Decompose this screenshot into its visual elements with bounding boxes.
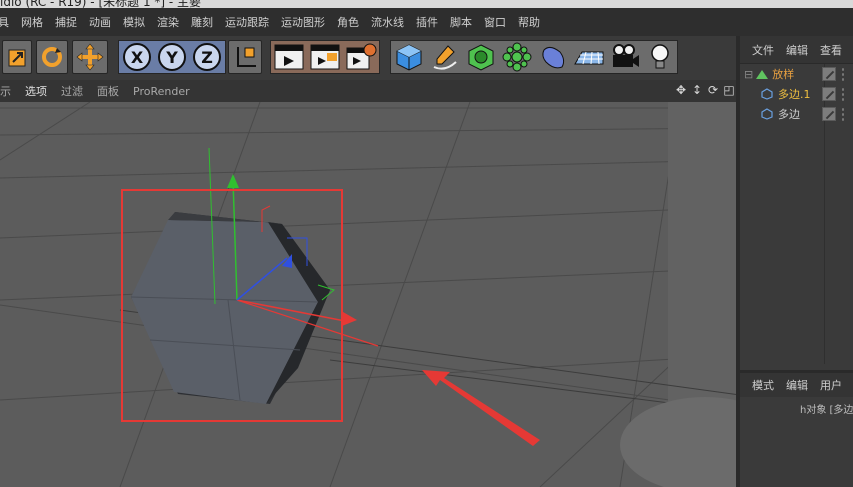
watermark-shape	[620, 397, 740, 487]
light-icon[interactable]	[644, 40, 676, 74]
scale-tool-icon[interactable]	[2, 40, 32, 74]
object-flags[interactable]	[841, 87, 845, 101]
menu-pipeline[interactable]: 流水线	[365, 14, 410, 30]
object-flags[interactable]	[841, 107, 845, 121]
loft-icon	[756, 70, 769, 79]
object-name-loft: 放样	[772, 68, 795, 81]
menu-render[interactable]: 渲染	[151, 14, 185, 30]
tab-edit[interactable]: 编辑	[786, 377, 808, 393]
menu-plugins[interactable]: 插件	[410, 14, 444, 30]
coordinate-system-icon[interactable]	[228, 40, 262, 74]
menu-snap[interactable]: 捕捉	[49, 14, 83, 30]
menu-mograph[interactable]: 运动图形	[275, 14, 331, 30]
tab-user-data[interactable]: 用户	[820, 377, 842, 393]
render-settings-icon[interactable]	[344, 40, 378, 74]
tab-mode[interactable]: 模式	[752, 377, 774, 393]
zoom-view-icon[interactable]: ↕	[690, 82, 704, 98]
polygon-spline-icon	[761, 108, 773, 120]
deformer-icon[interactable]	[536, 40, 570, 74]
main-toolbar: X Y Z	[0, 36, 740, 80]
menu-help[interactable]: 帮助	[512, 14, 546, 30]
menu-character[interactable]: 角色	[331, 14, 365, 30]
maximize-view-icon[interactable]: ◰	[722, 82, 736, 98]
z-axis-label: Z	[201, 48, 213, 67]
subdivision-surface-icon[interactable]	[464, 40, 498, 74]
viewport-menu-prorender[interactable]: ProRender	[133, 85, 198, 98]
rotate-view-icon[interactable]: ⟳	[706, 82, 720, 98]
object-row-loft[interactable]: ⊟ 放样	[740, 64, 853, 84]
tab-view[interactable]: 查看	[820, 42, 842, 58]
render-picture-viewer-icon[interactable]	[308, 40, 342, 74]
object-row-polygon-1[interactable]: 多边.1	[740, 84, 853, 104]
cloner-icon[interactable]	[500, 40, 534, 74]
viewport-menu-panel[interactable]: 面板	[97, 83, 127, 99]
viewport-menu-display[interactable]: 示	[0, 83, 19, 99]
menu-sculpt[interactable]: 雕刻	[185, 14, 219, 30]
y-axis-lock-icon[interactable]: Y	[155, 40, 189, 74]
window-title: idio (RC - R19) - [未标题 1 *] - 主要	[0, 0, 202, 8]
object-name-polygon: 多边	[778, 108, 800, 121]
x-axis-lock-icon[interactable]: X	[120, 40, 154, 74]
visibility-toggle[interactable]	[822, 107, 836, 121]
visibility-toggle[interactable]	[822, 67, 836, 81]
menu-script[interactable]: 脚本	[444, 14, 478, 30]
object-manager: 文件 编辑 查看 ⊟ 放样 多边.1 多边	[740, 36, 853, 366]
camera-icon[interactable]	[608, 40, 642, 74]
floor-icon[interactable]	[572, 40, 606, 74]
tree-collapse-icon[interactable]: ⊟	[744, 68, 753, 81]
tab-file[interactable]: 文件	[752, 42, 774, 58]
menu-window[interactable]: 窗口	[478, 14, 512, 30]
object-flags[interactable]	[841, 67, 845, 81]
move-view-icon[interactable]: ✥	[674, 82, 688, 98]
attribute-object-summary: h对象 [多边.1]	[800, 405, 853, 416]
menu-simulate[interactable]: 模拟	[117, 14, 151, 30]
menu-bar: 具 网格 捕捉 动画 模拟 渲染 雕刻 运动跟踪 运动图形 角色 流水线 插件 …	[0, 8, 853, 36]
rotate-tool-icon[interactable]	[36, 40, 68, 74]
z-axis-lock-icon[interactable]: Z	[190, 40, 224, 74]
move-tool-icon[interactable]	[72, 40, 108, 74]
viewport-menu-bar: 示 选项 过滤 面板 ProRender ✥ ↕ ⟳ ◰	[0, 80, 740, 102]
object-manager-tabs: 文件 编辑 查看	[740, 36, 853, 64]
menu-tools[interactable]: 具	[0, 14, 15, 30]
menu-mesh[interactable]: 网格	[15, 14, 49, 30]
cube-object-icon[interactable]	[392, 40, 426, 74]
annotation-arrow	[422, 370, 540, 446]
attribute-manager: 模式 编辑 用户 h对象 [多边.1]	[740, 370, 853, 487]
visibility-toggle[interactable]	[822, 87, 836, 101]
object-name-polygon-1: 多边.1	[778, 88, 811, 101]
title-bar: idio (RC - R19) - [未标题 1 *] - 主要	[0, 0, 853, 8]
x-axis-label: X	[131, 48, 144, 67]
render-view-icon[interactable]	[272, 40, 306, 74]
y-axis-label: Y	[165, 48, 178, 67]
viewport-menu-filter[interactable]: 过滤	[61, 83, 91, 99]
pen-spline-icon[interactable]	[428, 40, 462, 74]
menu-animate[interactable]: 动画	[83, 14, 117, 30]
object-row-polygon[interactable]: 多边	[740, 104, 853, 124]
viewport-navigation: ✥ ↕ ⟳ ◰	[674, 82, 736, 98]
3d-viewport[interactable]	[0, 102, 740, 487]
attribute-manager-tabs: 模式 编辑 用户	[740, 373, 853, 397]
viewport-menu-options[interactable]: 选项	[25, 83, 55, 99]
menu-motion-tracking[interactable]: 运动跟踪	[219, 14, 275, 30]
tab-edit[interactable]: 编辑	[786, 42, 808, 58]
polygon-spline-icon	[761, 88, 773, 100]
